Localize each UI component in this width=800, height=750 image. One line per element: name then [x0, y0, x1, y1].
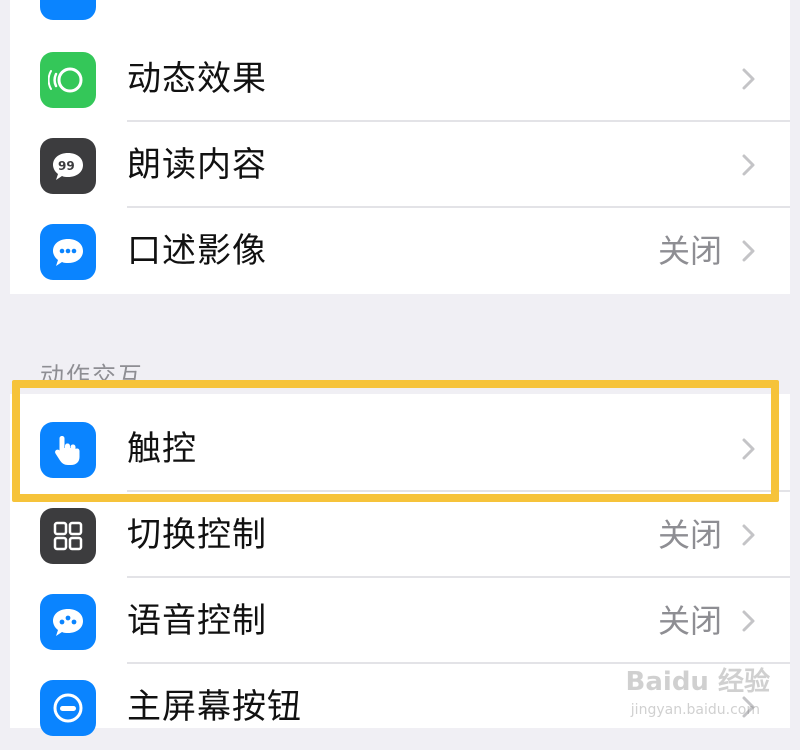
highlight-box: [12, 380, 779, 502]
row-audio-description[interactable]: 口述影像 关闭: [10, 208, 790, 294]
row-label: 显示与文字大小: [127, 0, 372, 28]
row-value: 关闭: [657, 516, 722, 554]
text-size-icon: AA: [40, 0, 96, 20]
row-value: 关闭: [657, 232, 722, 270]
svg-text:99: 99: [58, 159, 75, 173]
vision-settings-group: AA 显示与文字大小 动态效果 99 朗读内容: [10, 0, 790, 294]
chevron-right-icon: [742, 240, 755, 262]
row-label: 切换控制: [127, 515, 267, 555]
row-spoken-content[interactable]: 99 朗读内容: [10, 122, 790, 208]
watermark-brand: Baidu 经验: [625, 667, 770, 697]
audio-description-icon: [40, 224, 96, 280]
row-label: 口述影像: [127, 231, 267, 271]
svg-text:AA: AA: [55, 0, 81, 2]
row-label: 朗读内容: [127, 145, 267, 185]
voice-bubble-icon: [40, 594, 96, 650]
watermark-url: jingyan.baidu.com: [630, 702, 760, 718]
motion-icon: [40, 52, 96, 108]
row-label: 语音控制: [127, 601, 267, 641]
chevron-right-icon: [742, 524, 755, 546]
chevron-right-icon: [742, 610, 755, 632]
row-switch-control[interactable]: 切换控制 关闭: [10, 492, 790, 578]
row-voice-control[interactable]: 语音控制 关闭: [10, 578, 790, 664]
row-label: 动态效果: [127, 59, 267, 99]
row-label: 主屏幕按钮: [127, 687, 302, 727]
chevron-right-icon: [742, 154, 755, 176]
speech-bubble-icon: 99: [40, 138, 96, 194]
chevron-right-icon: [742, 68, 755, 90]
grid-icon: [40, 508, 96, 564]
row-value: 关闭: [657, 602, 722, 640]
row-motion[interactable]: 动态效果: [10, 36, 790, 122]
